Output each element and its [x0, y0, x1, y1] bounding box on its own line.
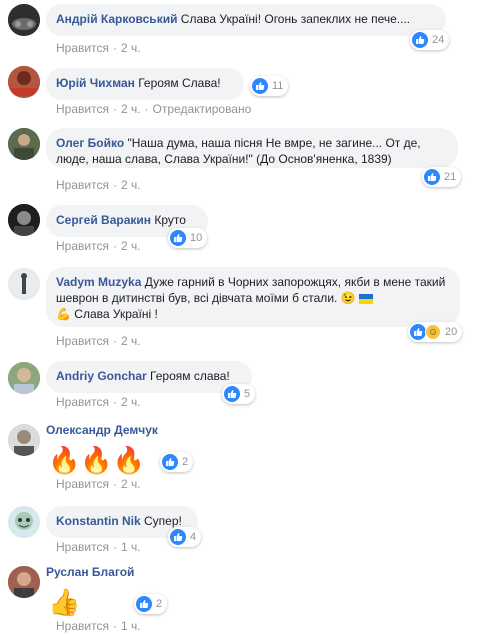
comment-author[interactable]: Vadym Muzyka [56, 275, 141, 289]
haha-reaction-icon: ☺ [425, 324, 441, 340]
avatar[interactable] [8, 66, 40, 98]
edited-label[interactable]: Отредактировано [153, 102, 252, 116]
reaction-count-value: 21 [444, 171, 457, 183]
timestamp[interactable]: 1 ч. [121, 540, 141, 554]
comment-bubble: Andriy Gonchar Героям слава! [46, 361, 252, 393]
like-reaction-icon [252, 78, 268, 94]
timestamp[interactable]: 2 ч. [121, 477, 141, 491]
comment-meta: Нравится · 1 ч. [56, 540, 141, 554]
avatar[interactable] [8, 128, 40, 160]
like-button[interactable]: Нравится [56, 102, 109, 116]
avatar[interactable] [8, 268, 40, 300]
like-reaction-icon [412, 32, 428, 48]
reaction-count-value: 10 [190, 232, 203, 244]
reaction-count-value: 2 [182, 456, 189, 468]
like-reaction-icon [410, 324, 426, 340]
reaction-count-value: 2 [156, 598, 163, 610]
reaction-count-value: 5 [244, 388, 251, 400]
comment-author[interactable]: Андрій Карковський [56, 12, 177, 26]
comment-bubble: Юрій Чихман Героям Слава! [46, 68, 244, 100]
reaction-count[interactable]: ☺ 20 [408, 322, 463, 342]
comment-bubble: Олег Бойко "Наша дума, наша пісня Не вмр… [46, 128, 458, 168]
like-button[interactable]: Нравится [56, 619, 109, 633]
reaction-count-value: 4 [190, 531, 197, 543]
avatar[interactable] [8, 566, 40, 598]
like-button[interactable]: Нравится [56, 41, 109, 55]
timestamp[interactable]: 2 ч. [121, 239, 141, 253]
like-reaction-icon [170, 230, 186, 246]
comment-author[interactable]: Олександр Демчук [46, 422, 158, 438]
like-button[interactable]: Нравится [56, 477, 109, 491]
like-button[interactable]: Нравится [56, 540, 109, 554]
comment-author[interactable]: Andriy Gonchar [56, 369, 147, 383]
like-reaction-icon [162, 454, 178, 470]
timestamp[interactable]: 2 ч. [121, 41, 141, 55]
avatar[interactable] [8, 204, 40, 236]
comment-meta: Нравится · 2 ч. [56, 477, 141, 491]
comment-text: Слава Україні! Огонь запеклих не пече...… [180, 12, 411, 26]
comment-text-line2: 💪 Слава Україні ! [56, 307, 158, 321]
like-reaction-icon [424, 169, 440, 185]
ukraine-flag-icon [358, 293, 373, 304]
comment-text: Героям слава! [150, 369, 230, 383]
comment-meta: Нравится · 1 ч. [56, 619, 141, 633]
like-button[interactable]: Нравится [56, 334, 109, 348]
comment-text: Героям Слава! [138, 76, 221, 90]
comment-meta: Нравится · 2 ч. [56, 41, 141, 55]
like-reaction-icon [136, 596, 152, 612]
fire-emoji-sticker: 🔥🔥🔥 [48, 445, 146, 475]
comment-author[interactable]: Сергей Варакин [56, 213, 151, 227]
timestamp[interactable]: 2 ч. [121, 102, 141, 116]
timestamp[interactable]: 2 ч. [121, 334, 141, 348]
reaction-count[interactable]: 4 [168, 527, 202, 547]
reaction-count-value: 11 [272, 80, 284, 92]
reaction-count[interactable]: 21 [422, 167, 462, 187]
comment-author[interactable]: Konstantin Nik [56, 514, 141, 528]
reaction-count[interactable]: 2 [134, 594, 168, 614]
comment-meta: Нравится · 2 ч. · Отредактировано [56, 102, 252, 116]
comment-author[interactable]: Руслан Благой [46, 564, 134, 580]
reaction-count[interactable]: 24 [410, 30, 450, 50]
timestamp[interactable]: 1 ч. [121, 619, 141, 633]
comment-meta: Нравится · 2 ч. [56, 178, 141, 192]
comment-author[interactable]: Юрій Чихман [56, 76, 135, 90]
timestamp[interactable]: 2 ч. [121, 395, 141, 409]
like-button[interactable]: Нравится [56, 395, 109, 409]
reaction-count[interactable]: 5 [222, 384, 256, 404]
thumbs-up-emoji-sticker: 👍 [48, 587, 81, 617]
comment-meta: Нравится · 2 ч. [56, 239, 141, 253]
like-button[interactable]: Нравится [56, 178, 109, 192]
reaction-count-value: 24 [432, 34, 445, 46]
comment-meta: Нравится · 2 ч. [56, 334, 141, 348]
avatar[interactable] [8, 506, 40, 538]
like-reaction-icon [170, 529, 186, 545]
comment-bubble: Андрій Карковський Слава Україні! Огонь … [46, 4, 446, 36]
comment-bubble: Vadym Muzyka Дуже гарний в Чорних запоро… [46, 267, 460, 327]
reaction-count[interactable]: 11 [250, 76, 289, 96]
comment-text: Круто [154, 213, 186, 227]
reaction-count[interactable]: 10 [168, 228, 208, 248]
avatar[interactable] [8, 4, 40, 36]
timestamp[interactable]: 2 ч. [121, 178, 141, 192]
reaction-count[interactable]: 2 [160, 452, 194, 472]
reaction-count-value: 20 [445, 326, 458, 338]
comment-author[interactable]: Олег Бойко [56, 136, 124, 150]
like-button[interactable]: Нравится [56, 239, 109, 253]
comment-meta: Нравится · 2 ч. [56, 395, 141, 409]
comment-text: Супер! [144, 514, 182, 528]
avatar[interactable] [8, 424, 40, 456]
like-reaction-icon [224, 386, 240, 402]
avatar[interactable] [8, 362, 40, 394]
